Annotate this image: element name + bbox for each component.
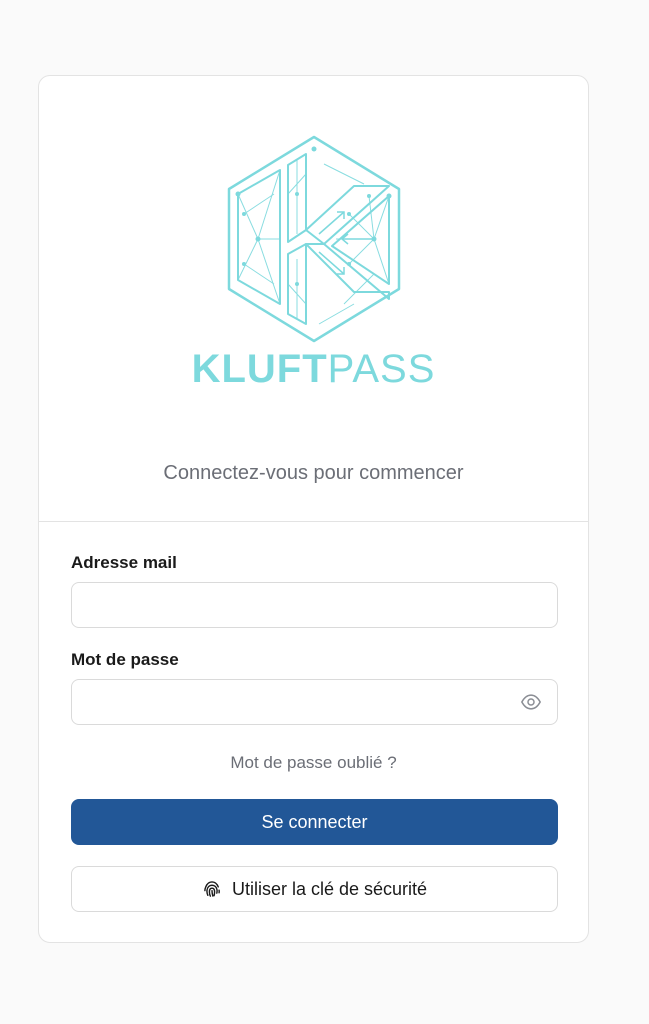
- kluftpass-logo-icon: [227, 135, 401, 343]
- forgot-password-link[interactable]: Mot de passe oublié ?: [39, 753, 588, 773]
- security-key-label: Utiliser la clé de sécurité: [231, 878, 428, 899]
- login-subtitle: Connectez-vous pour commencer: [163, 462, 464, 484]
- email-label: Adresse mail: [71, 553, 177, 572]
- eye-icon[interactable]: [520, 691, 542, 713]
- login-card: KLUFTPASS Connectez-vous pour commencer …: [38, 75, 589, 943]
- email-field[interactable]: [71, 582, 558, 628]
- card-header: KLUFTPASS Connectez-vous pour commencer: [39, 76, 588, 522]
- fingerprint-icon: [204, 881, 220, 897]
- brand-name-bold: KLUFT: [191, 347, 328, 391]
- brand-name-light: PASS: [327, 347, 436, 391]
- login-button[interactable]: Se connecter: [71, 799, 558, 845]
- brand-wordmark: KLUFTPASS: [39, 344, 588, 394]
- password-label: Mot de passe: [71, 650, 179, 669]
- password-field[interactable]: [71, 679, 558, 725]
- security-key-button[interactable]: Utiliser la clé de sécurité: [71, 866, 558, 912]
